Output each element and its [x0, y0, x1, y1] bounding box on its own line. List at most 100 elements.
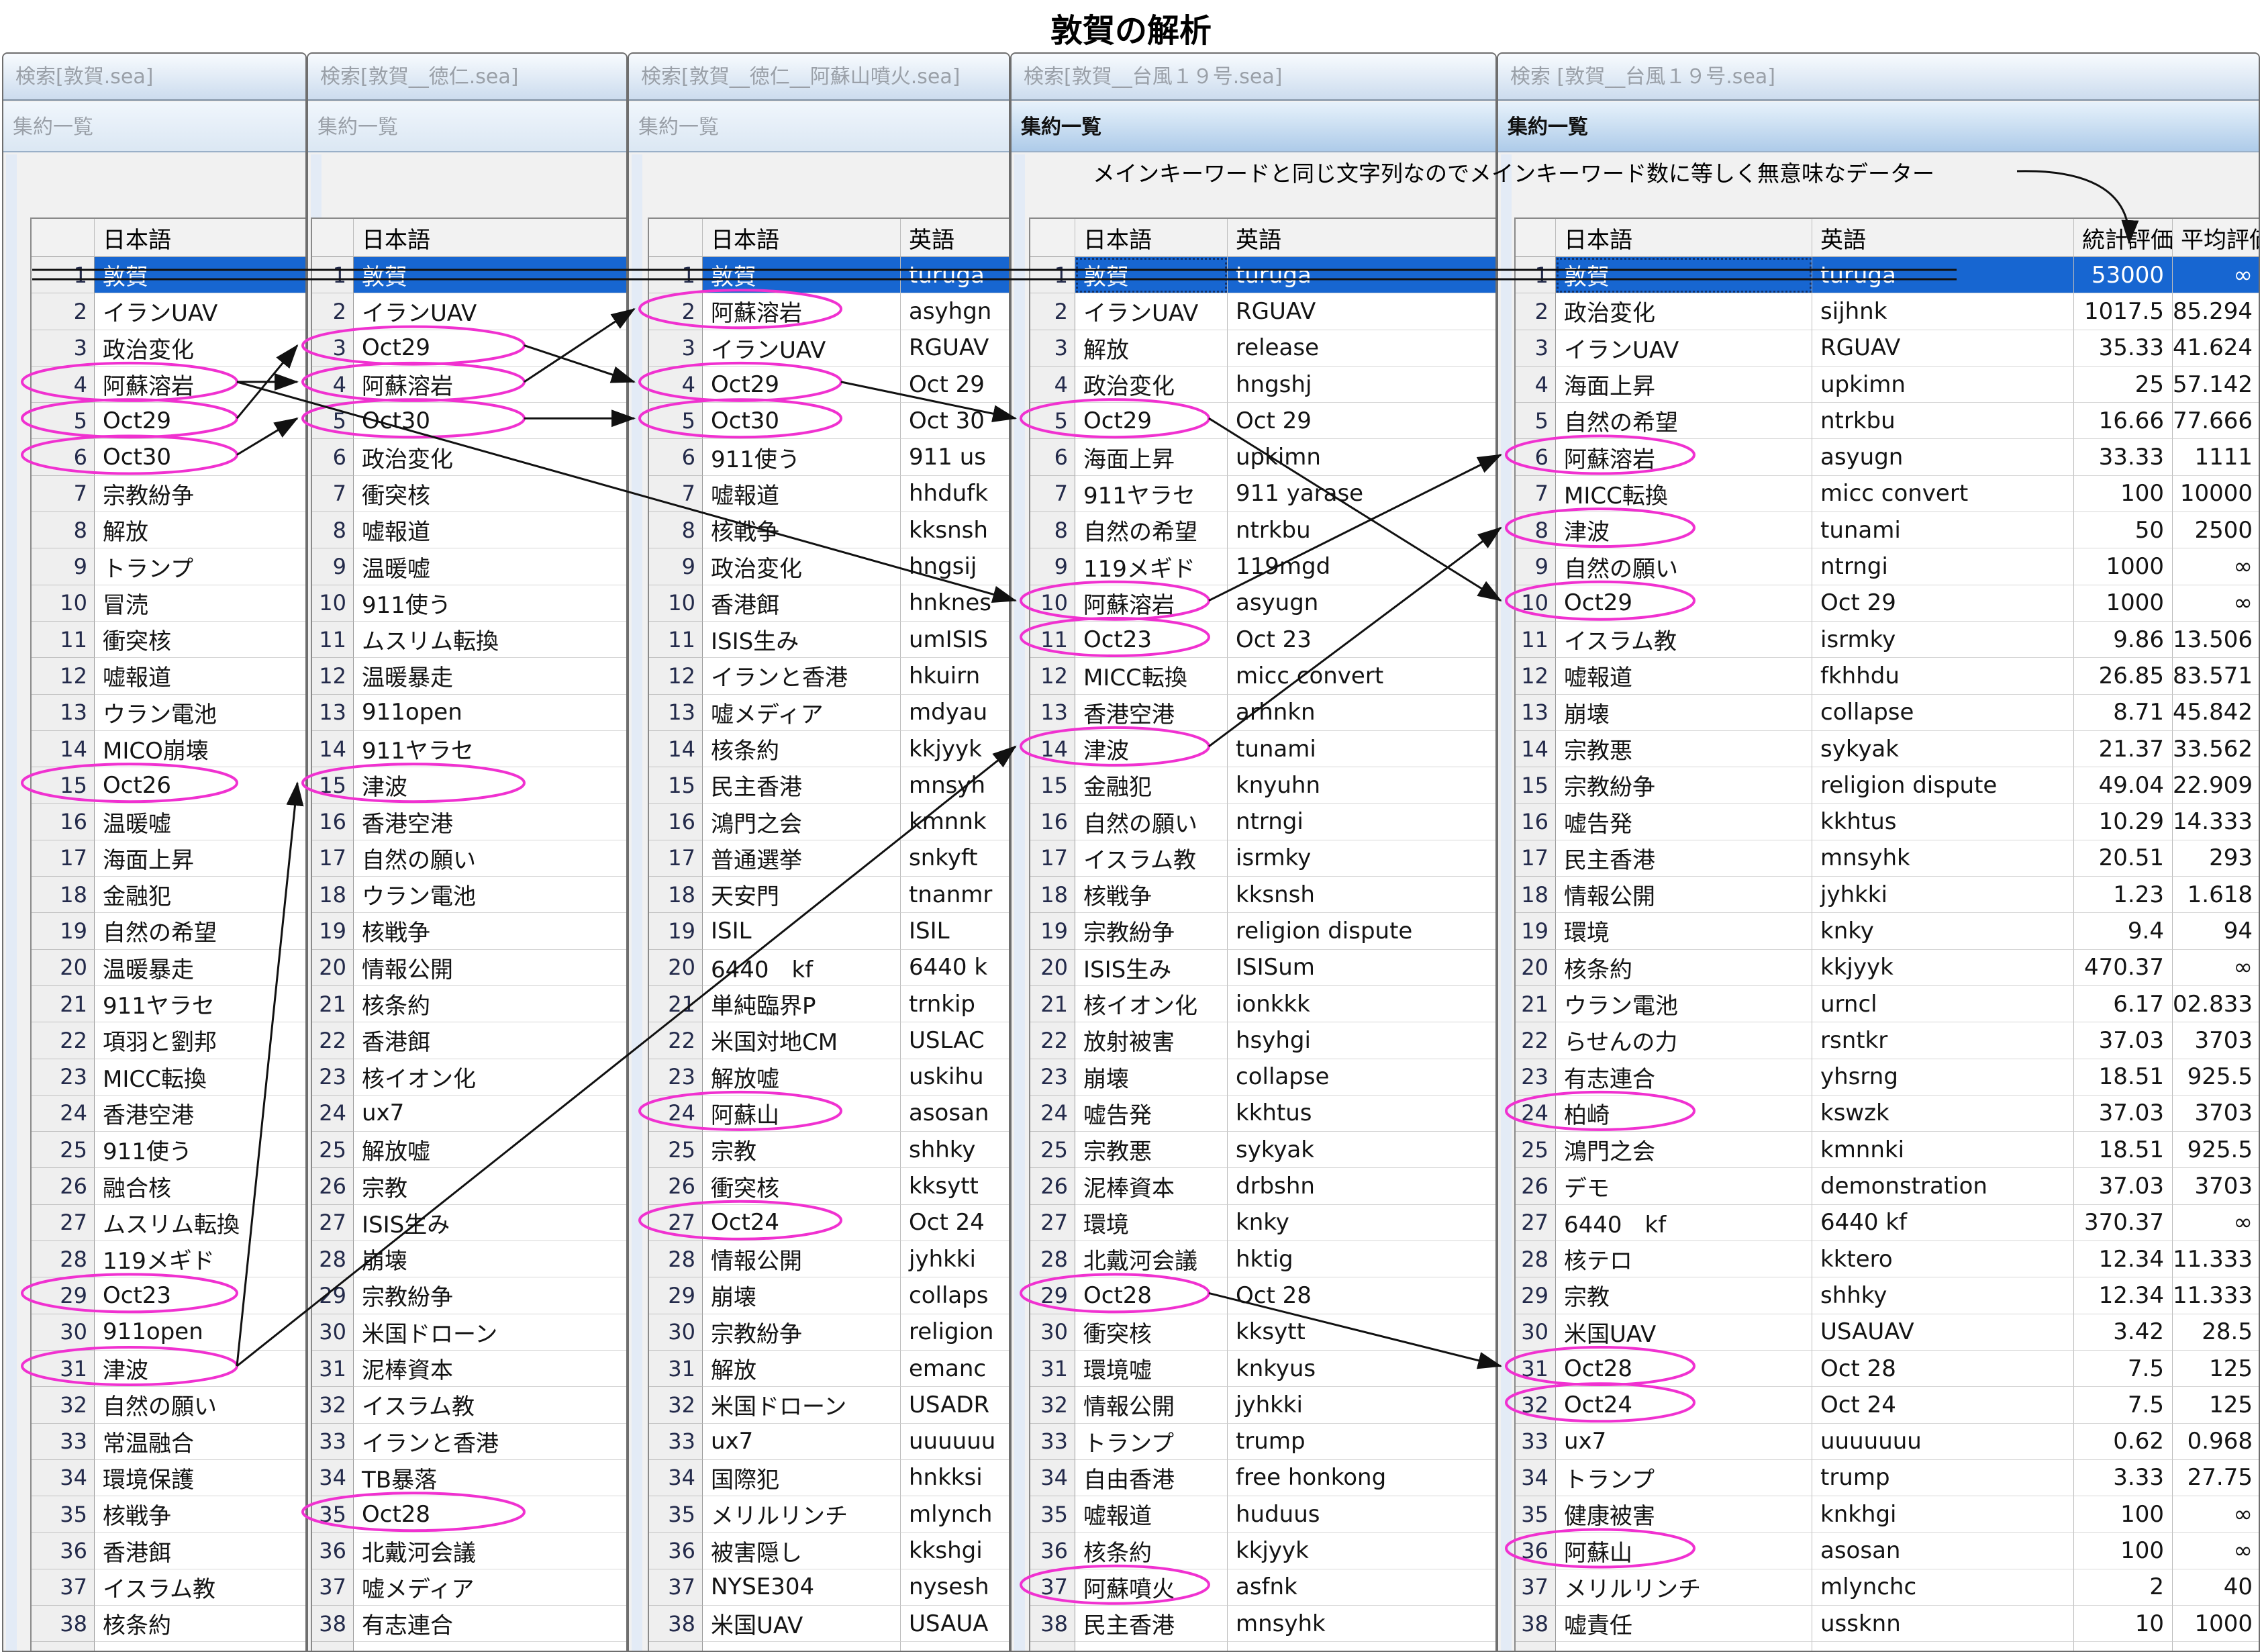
- keyword-japanese[interactable]: 宗教紛争: [95, 476, 307, 512]
- table-row[interactable]: 13911open: [312, 695, 628, 731]
- keyword-english[interactable]: ntrkbu: [1812, 403, 2074, 439]
- keyword-japanese[interactable]: 冒涜: [95, 585, 307, 622]
- keyword-japanese[interactable]: トランプ: [1075, 1424, 1228, 1460]
- table-row[interactable]: 13ウラン電池: [32, 695, 307, 731]
- keyword-japanese[interactable]: 香港餌: [95, 1533, 307, 1569]
- keyword-english[interactable]: snkyft: [901, 840, 1010, 877]
- keyword-japanese[interactable]: 環境: [1556, 913, 1812, 949]
- keyword-japanese[interactable]: 自然の希望: [1075, 512, 1228, 548]
- keyword-english[interactable]: jyhkki: [1228, 1387, 1497, 1423]
- table-row[interactable]: 5自然の希望ntrkbu16.66277.666: [1516, 403, 2260, 439]
- table-row[interactable]: 17民主香港mnsyhk20.51293: [1516, 840, 2260, 877]
- keyword-japanese[interactable]: 政治変化: [1075, 367, 1228, 403]
- keyword-japanese[interactable]: 核戦争: [95, 1496, 307, 1533]
- keyword-english[interactable]: kkhtus: [1812, 804, 2074, 840]
- keyword-japanese[interactable]: 有志連合: [1556, 1059, 1812, 1096]
- keyword-english[interactable]: sykyak: [1228, 1132, 1497, 1168]
- keyword-english[interactable]: fkhhdu: [1812, 658, 2074, 694]
- keyword-japanese[interactable]: Oct29: [703, 367, 901, 403]
- keyword-english[interactable]: sijhnk: [1812, 293, 2074, 330]
- keyword-japanese[interactable]: 核イオン化: [354, 1059, 628, 1096]
- keyword-japanese[interactable]: 911使う: [354, 585, 628, 622]
- keyword-japanese[interactable]: 米国ドローン: [354, 1314, 628, 1351]
- keyword-japanese[interactable]: 泥棒資本: [1075, 1168, 1228, 1204]
- column-header[interactable]: 英語: [1812, 219, 2074, 257]
- keyword-japanese[interactable]: 民主香港: [1075, 1606, 1228, 1642]
- table-row[interactable]: 16自然の願いntrngi: [1030, 804, 1497, 840]
- keyword-japanese[interactable]: NYSE304: [703, 1569, 901, 1606]
- keyword-japanese[interactable]: 阿蘇噴火: [1075, 1569, 1228, 1606]
- keyword-japanese[interactable]: 阿蘇山: [1556, 1533, 1812, 1569]
- table-row[interactable]: 20ISIS生みISISum: [1030, 950, 1497, 986]
- table-row[interactable]: 36核条約kkjyyk: [1030, 1533, 1497, 1569]
- table-row[interactable]: 2イランUAV: [312, 293, 628, 330]
- keyword-japanese[interactable]: 核イオン化: [1075, 986, 1228, 1022]
- table-row[interactable]: 37嘘メディア: [312, 1569, 628, 1606]
- keyword-japanese[interactable]: 情報公開: [1556, 877, 1812, 913]
- keyword-japanese[interactable]: 6440 kf: [703, 950, 901, 986]
- keyword-english[interactable]: collaps: [901, 1277, 1010, 1314]
- keyword-english[interactable]: uuuuuu: [901, 1424, 1010, 1460]
- table-row[interactable]: 27ISIS生み: [312, 1205, 628, 1241]
- keyword-japanese[interactable]: 海面上昇: [95, 840, 307, 877]
- table-row[interactable]: 19宗教紛争religion dispute: [1030, 913, 1497, 949]
- keyword-japanese[interactable]: 911使う: [95, 1132, 307, 1168]
- keyword-english[interactable]: Oct 30: [901, 403, 1010, 439]
- keyword-english[interactable]: religion dispute: [1812, 767, 2074, 804]
- table-row[interactable]: 35メリルリンチmlynch: [649, 1496, 1010, 1533]
- table-row[interactable]: 36北戴河会議: [312, 1533, 628, 1569]
- keyword-japanese[interactable]: ISIS生み: [1075, 950, 1228, 986]
- table-row[interactable]: 3解放release: [1030, 330, 1497, 367]
- keyword-english[interactable]: jyhkki: [901, 1241, 1010, 1277]
- keyword-japanese[interactable]: イランと香港: [354, 1424, 628, 1460]
- table-row[interactable]: 4阿蘇溶岩: [312, 367, 628, 403]
- table-row[interactable]: 21911ヤラセ: [32, 986, 307, 1022]
- keyword-english[interactable]: hkuirn: [901, 658, 1010, 694]
- keyword-english[interactable]: collapse: [1228, 1059, 1497, 1096]
- keyword-english[interactable]: Oct 28: [1228, 1277, 1497, 1314]
- keyword-japanese[interactable]: 阿蘇溶岩: [1075, 585, 1228, 622]
- keyword-japanese[interactable]: 鴻門之会: [1556, 1132, 1812, 1168]
- keyword-japanese[interactable]: [1075, 1642, 1228, 1652]
- table-row[interactable]: [1516, 1642, 2260, 1652]
- table-row[interactable]: 10香港餌hnknes: [649, 585, 1010, 622]
- column-header[interactable]: 日本語: [1556, 219, 1812, 257]
- table-row[interactable]: 26融合核: [32, 1168, 307, 1204]
- table-row[interactable]: 36被害隠しkkshgi: [649, 1533, 1010, 1569]
- table-row[interactable]: 10911使う: [312, 585, 628, 622]
- table-row[interactable]: 24阿蘇山asosan: [649, 1096, 1010, 1132]
- keyword-english[interactable]: kksytt: [1228, 1314, 1497, 1351]
- table-row[interactable]: 15Oct26: [32, 767, 307, 804]
- keyword-japanese[interactable]: 宗教: [703, 1132, 901, 1168]
- keyword-english[interactable]: turuga: [1228, 257, 1497, 293]
- keyword-japanese[interactable]: Oct24: [1556, 1387, 1812, 1423]
- keyword-japanese[interactable]: 米国ドローン: [703, 1387, 901, 1423]
- table-row[interactable]: 31津波: [32, 1351, 307, 1387]
- keyword-english[interactable]: micc convert: [1812, 476, 2074, 512]
- keyword-english[interactable]: Oct 29: [1812, 585, 2074, 622]
- keyword-english[interactable]: tunami: [1228, 731, 1497, 767]
- keyword-english[interactable]: jyhkki: [1812, 877, 2074, 913]
- keyword-english[interactable]: hnkksi: [901, 1460, 1010, 1496]
- keyword-english[interactable]: mdyau: [901, 695, 1010, 731]
- keyword-japanese[interactable]: 解放: [95, 512, 307, 548]
- table-row[interactable]: 38有志連合: [312, 1606, 628, 1642]
- keyword-japanese[interactable]: 米国UAV: [703, 1606, 901, 1642]
- table-row[interactable]: 5Oct30Oct 30: [649, 403, 1010, 439]
- keyword-japanese[interactable]: 核テロ: [1556, 1241, 1812, 1277]
- table-row[interactable]: 5Oct30: [312, 403, 628, 439]
- table-row[interactable]: 22香港餌: [312, 1022, 628, 1059]
- keyword-japanese[interactable]: Oct29: [1075, 403, 1228, 439]
- keyword-english[interactable]: isrmky: [1228, 840, 1497, 877]
- table-row[interactable]: 15金融犯knyuhn: [1030, 767, 1497, 804]
- keyword-japanese[interactable]: 911open: [354, 695, 628, 731]
- keyword-japanese[interactable]: 嘘報道: [95, 658, 307, 694]
- table-row[interactable]: 25911使う: [32, 1132, 307, 1168]
- table-row[interactable]: [312, 1642, 628, 1652]
- keyword-japanese[interactable]: 温暖暴走: [354, 658, 628, 694]
- keyword-english[interactable]: umISIS: [901, 622, 1010, 658]
- column-header[interactable]: 日本語: [1075, 219, 1228, 257]
- keyword-japanese[interactable]: 核戦争: [703, 512, 901, 548]
- keyword-english[interactable]: tnanmr: [901, 877, 1010, 913]
- keyword-english[interactable]: hngsij: [901, 548, 1010, 585]
